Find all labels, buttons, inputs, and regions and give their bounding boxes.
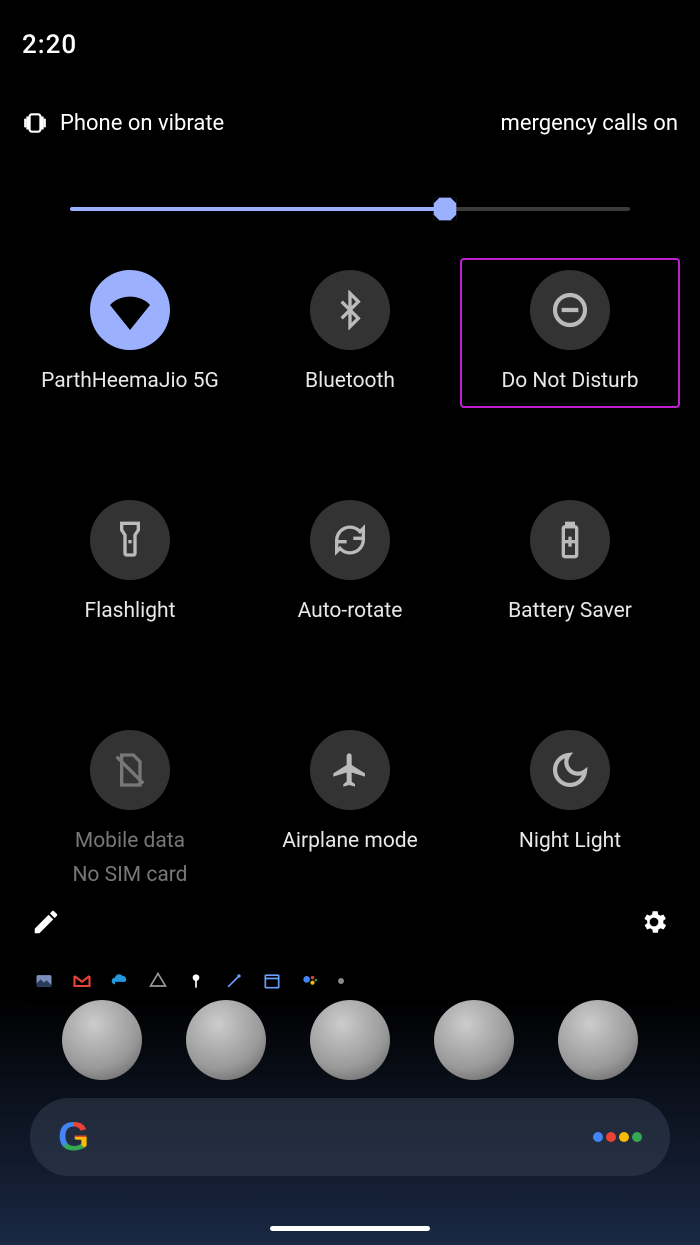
brightness-slider[interactable]	[70, 195, 630, 223]
drive-icon	[148, 971, 168, 991]
tile-wifi[interactable]: ParthHeemaJio 5G	[20, 258, 240, 408]
tile-dnd[interactable]: Do Not Disturb	[460, 258, 680, 408]
calendar-icon	[262, 971, 282, 991]
home-app-icons	[0, 1000, 700, 1070]
tile-airplane[interactable]: Airplane mode	[240, 718, 460, 901]
tile-battery[interactable]: Battery Saver	[460, 488, 680, 638]
battery-icon	[530, 500, 610, 580]
airplane-icon	[310, 730, 390, 810]
assistant-button[interactable]	[593, 1132, 642, 1142]
edit-button[interactable]	[24, 900, 68, 944]
tile-label: Night Light	[519, 828, 621, 856]
notification-bar[interactable]	[16, 958, 684, 1004]
tile-label: Auto-rotate	[298, 598, 403, 626]
autorotate-icon	[310, 500, 390, 580]
bluetooth-icon	[310, 270, 390, 350]
tile-label: ParthHeemaJio 5G	[41, 368, 219, 396]
wand-icon	[224, 971, 244, 991]
tile-bluetooth[interactable]: Bluetooth	[240, 258, 460, 408]
tile-label: Bluetooth	[305, 368, 395, 396]
tile-sublabel: No SIM card	[72, 862, 187, 889]
gear-icon	[639, 907, 669, 937]
quick-settings-grid: ParthHeemaJio 5G Bluetooth Do Not Distur…	[0, 258, 700, 901]
tile-flashlight[interactable]: Flashlight	[20, 488, 240, 638]
nosim-icon	[90, 730, 170, 810]
moon-icon	[530, 730, 610, 810]
gmail-icon	[72, 971, 92, 991]
photos-icon	[34, 971, 54, 991]
assistant-icon	[300, 971, 320, 991]
key-icon	[186, 971, 206, 991]
wifi-icon	[90, 270, 170, 350]
tile-label: Mobile data	[75, 828, 185, 856]
more-icon	[338, 978, 344, 984]
tile-mobiledata[interactable]: Mobile data No SIM card	[20, 718, 240, 901]
tile-autorotate[interactable]: Auto-rotate	[240, 488, 460, 638]
vibrate-icon	[22, 110, 48, 136]
tile-label: Battery Saver	[508, 598, 632, 626]
status-clock: 2:20	[22, 30, 77, 60]
dnd-icon	[530, 270, 610, 350]
tile-label: Flashlight	[85, 598, 176, 626]
flashlight-icon	[90, 500, 170, 580]
google-search-bar[interactable]: G	[30, 1098, 670, 1176]
google-logo-icon: G	[58, 1115, 89, 1160]
brightness-track-empty	[445, 207, 630, 211]
gesture-nav-handle[interactable]	[270, 1226, 430, 1231]
settings-button[interactable]	[632, 900, 676, 944]
brightness-track-filled	[70, 207, 445, 211]
emergency-label: mergency calls on	[501, 111, 678, 136]
tile-label: Airplane mode	[282, 828, 418, 856]
onedrive-icon	[110, 971, 130, 991]
pencil-icon	[31, 907, 61, 937]
vibrate-label: Phone on vibrate	[60, 111, 224, 136]
tile-nightlight[interactable]: Night Light	[460, 718, 680, 901]
qs-footer	[24, 900, 676, 944]
status-left: Phone on vibrate	[22, 110, 224, 136]
status-row: Phone on vibrate mergency calls on	[22, 110, 678, 136]
tile-label: Do Not Disturb	[501, 368, 638, 396]
